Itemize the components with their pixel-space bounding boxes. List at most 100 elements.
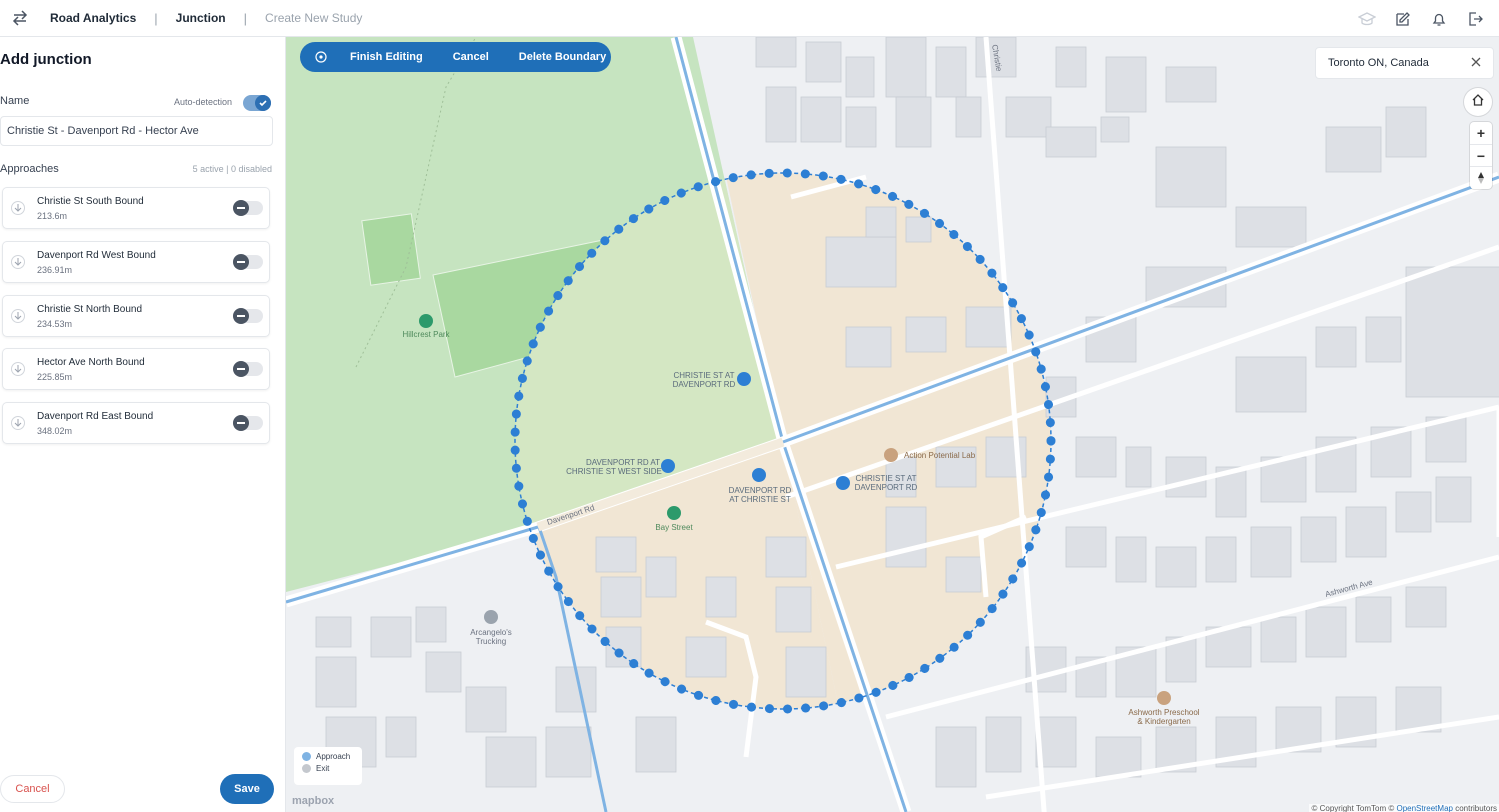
- boundary-edit-bar: Finish Editing Cancel Delete Boundary: [300, 42, 611, 72]
- logout-icon[interactable]: [1465, 9, 1485, 29]
- approach-card[interactable]: Davenport Rd West Bound 236.91m: [2, 241, 270, 283]
- close-icon[interactable]: [1471, 57, 1481, 70]
- home-icon: [1471, 93, 1485, 112]
- home-button[interactable]: [1464, 88, 1492, 116]
- school-icon[interactable]: [1157, 691, 1171, 705]
- name-label: Name: [0, 95, 30, 107]
- mapbox-logo[interactable]: mapbox: [292, 795, 334, 807]
- approach-card[interactable]: Hector Ave North Bound 225.85m: [2, 348, 270, 390]
- map-legend: Approach Exit: [294, 747, 362, 785]
- location-search-value[interactable]: Toronto ON, Canada: [1328, 57, 1429, 69]
- stop-label: DAVENPORT RD: [855, 483, 918, 492]
- breadcrumb-create-new-study: Create New Study: [265, 11, 363, 25]
- zoom-out-button[interactable]: −: [1470, 145, 1492, 168]
- breadcrumb-junction[interactable]: Junction: [176, 11, 226, 25]
- approach-card[interactable]: Christie St North Bound 234.53m: [2, 295, 270, 337]
- park-field: [361, 213, 421, 286]
- breadcrumb-separator: |: [154, 10, 158, 26]
- attribution-suffix: contributors: [1452, 804, 1497, 812]
- page-title: Add junction: [0, 51, 92, 68]
- poi-label: Trucking: [476, 637, 506, 646]
- swap-arrows-icon[interactable]: [10, 8, 30, 28]
- location-search[interactable]: Toronto ON, Canada: [1315, 47, 1494, 79]
- bell-icon[interactable]: [1429, 9, 1449, 29]
- approach-distance: 234.53m: [37, 319, 73, 329]
- junction-name-input[interactable]: [0, 116, 273, 146]
- zoom-in-button[interactable]: +: [1470, 122, 1492, 145]
- approaches-label: Approaches: [0, 163, 59, 175]
- arrow-down-icon: [11, 255, 25, 269]
- map-attribution: © Copyright TomTom © OpenStreetMap contr…: [1309, 804, 1499, 812]
- legend-exit: Exit: [302, 764, 354, 773]
- breadcrumb-road-analytics[interactable]: Road Analytics: [50, 11, 136, 25]
- minus-icon: [233, 200, 249, 216]
- osm-link[interactable]: OpenStreetMap: [1396, 804, 1452, 812]
- shop-icon[interactable]: [667, 506, 681, 520]
- auto-detection-toggle[interactable]: [243, 95, 271, 111]
- cancel-edit-button[interactable]: Cancel: [453, 51, 489, 63]
- approach-name: Christie St North Bound: [37, 304, 143, 315]
- bus-stop-icon[interactable]: [661, 459, 675, 473]
- legend-approach: Approach: [302, 752, 354, 761]
- minus-icon: [233, 254, 249, 270]
- graduation-cap-icon[interactable]: [1357, 9, 1377, 29]
- arrow-down-icon: [11, 362, 25, 376]
- delete-boundary-button[interactable]: Delete Boundary: [519, 51, 606, 63]
- poi-label: Bay Street: [655, 523, 693, 532]
- approach-swatch: [302, 752, 311, 761]
- approach-distance: 348.02m: [37, 426, 73, 436]
- cancel-button[interactable]: Cancel: [0, 775, 65, 803]
- minus-icon: [233, 361, 249, 377]
- bus-stop-icon[interactable]: [836, 476, 850, 490]
- top-bar: Road Analytics | Junction | Create New S…: [0, 0, 1499, 37]
- top-icons: [1357, 0, 1485, 37]
- poi-label: Action Potential Lab: [904, 451, 976, 460]
- approach-toggle[interactable]: [233, 308, 263, 324]
- compass-button[interactable]: [1470, 167, 1492, 189]
- poi-label: Ashworth Preschool: [1128, 708, 1199, 717]
- park-icon[interactable]: [419, 314, 433, 328]
- approach-distance: 236.91m: [37, 265, 73, 275]
- stop-label: DAVENPORT RD AT: [586, 458, 660, 467]
- stop-label: CHRISTIE ST AT: [855, 474, 916, 483]
- check-icon: [255, 95, 271, 111]
- approach-distance: 213.6m: [37, 211, 68, 221]
- bus-stop-icon[interactable]: [737, 372, 751, 386]
- approach-toggle[interactable]: [233, 200, 263, 216]
- sidebar: Add junction Name Auto-detection Approac…: [0, 37, 286, 812]
- finish-editing-button[interactable]: Finish Editing: [350, 51, 423, 63]
- approach-distance: 225.85m: [37, 372, 73, 382]
- save-button[interactable]: Save: [220, 774, 274, 804]
- stop-label: CHRISTIE ST AT: [673, 371, 734, 380]
- map-canvas[interactable]: Hillcrest Park CHRISTIE ST AT DAVENPORT …: [286, 37, 1499, 812]
- bus-stop-icon[interactable]: [752, 468, 766, 482]
- stop-label: CHRISTIE ST WEST SIDE: [566, 467, 662, 476]
- target-icon[interactable]: [314, 50, 328, 64]
- approach-name: Davenport Rd West Bound: [37, 250, 156, 261]
- exit-swatch: [302, 764, 311, 773]
- approach-name: Christie St South Bound: [37, 196, 144, 207]
- park-label: Hillcrest Park: [402, 330, 450, 339]
- approach-toggle[interactable]: [233, 254, 263, 270]
- attribution-prefix: © Copyright TomTom ©: [1311, 804, 1397, 812]
- approach-name: Hector Ave North Bound: [37, 357, 145, 368]
- approach-card[interactable]: Davenport Rd East Bound 348.02m: [2, 402, 270, 444]
- arrow-down-icon: [11, 309, 25, 323]
- zoom-controls: + −: [1470, 122, 1492, 189]
- minus-icon: [233, 308, 249, 324]
- poi-label: & Kindergarten: [1137, 717, 1190, 726]
- approach-toggle[interactable]: [233, 415, 263, 431]
- lab-icon[interactable]: [884, 448, 898, 462]
- approach-name: Davenport Rd East Bound: [37, 411, 154, 422]
- edit-icon[interactable]: [1393, 9, 1413, 29]
- stop-label: DAVENPORT RD: [673, 380, 736, 389]
- approach-count: 5 active | 0 disabled: [192, 164, 272, 174]
- approach-card[interactable]: Christie St South Bound 213.6m: [2, 187, 270, 229]
- arrow-down-icon: [11, 201, 25, 215]
- minus-icon: [233, 415, 249, 431]
- stop-label: AT CHRISTIE ST: [729, 495, 791, 504]
- approach-toggle[interactable]: [233, 361, 263, 377]
- breadcrumb-separator: |: [243, 10, 248, 26]
- truck-icon[interactable]: [484, 610, 498, 624]
- map-view[interactable]: Hillcrest Park CHRISTIE ST AT DAVENPORT …: [286, 37, 1499, 812]
